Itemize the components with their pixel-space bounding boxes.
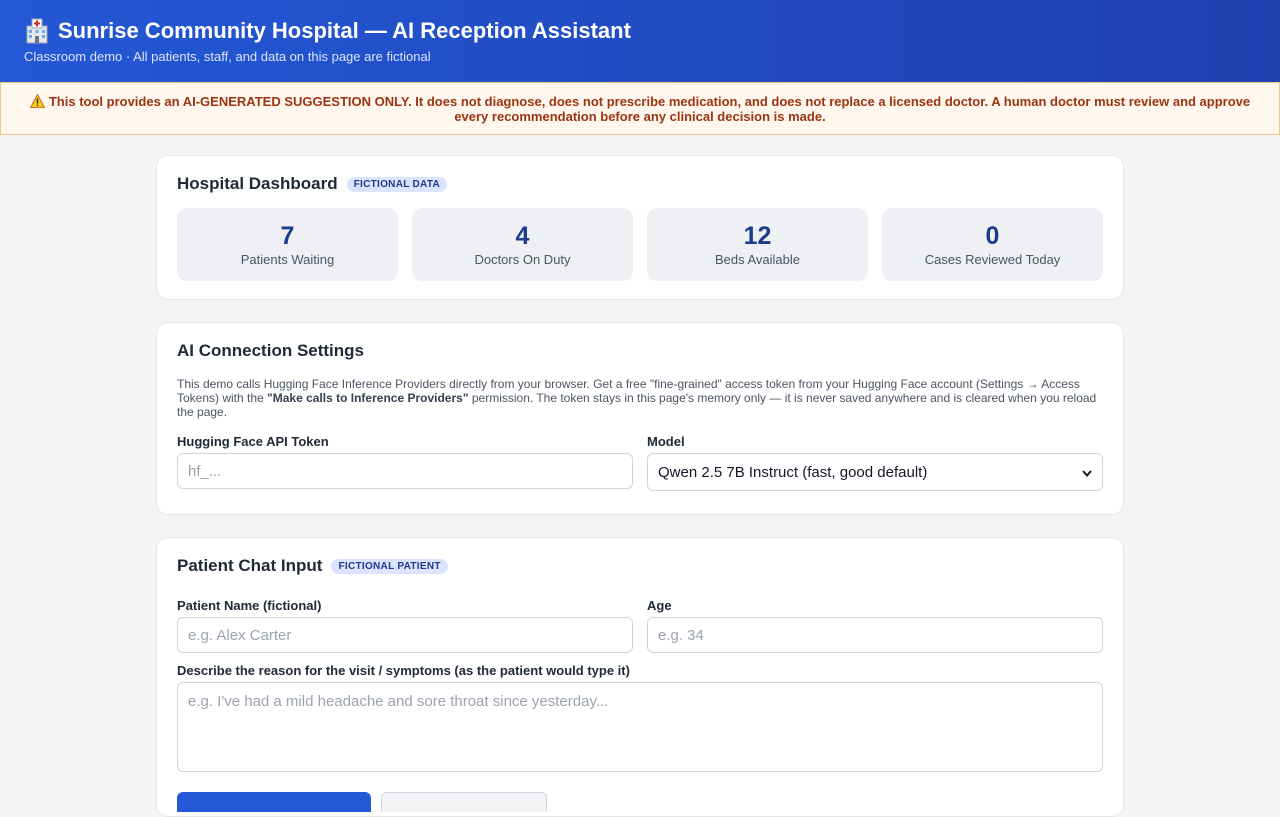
stat-beds-available: 12 Beds Available [647,208,868,281]
stat-label: Cases Reviewed Today [924,252,1061,267]
stat-value: 4 [515,222,530,250]
settings-desc-bold: "Make calls to Inference Providers" [267,391,469,405]
stat-label: Beds Available [714,252,801,267]
dashboard-card: Hospital Dashboard FICTIONAL DATA 7 Pati… [156,155,1124,300]
token-label: Hugging Face API Token [177,434,329,449]
symptoms-textarea[interactable] [177,682,1103,772]
age-input[interactable] [647,617,1103,653]
token-field-group: Hugging Face API Token [177,434,633,491]
patient-title-row: Patient Chat Input FICTIONAL PATIENT [177,556,1103,576]
stat-doctors-on-duty: 4 Doctors On Duty [412,208,633,281]
settings-title: AI Connection Settings [177,341,364,360]
app-subtitle: Classroom demo · All patients, staff, an… [24,49,431,64]
patient-title: Patient Chat Input [177,556,323,575]
model-select[interactable]: Qwen 2.5 7B Instruct (fast, good default… [647,453,1103,491]
stat-value: 0 [985,222,1000,250]
primary-action-button[interactable] [177,792,371,812]
name-field-group: Patient Name (fictional) [177,598,633,653]
patient-fields-row: Patient Name (fictional) Age [177,598,1103,653]
secondary-action-button[interactable] [381,792,547,812]
patient-name-label: Patient Name (fictional) [177,598,322,613]
stat-value: 12 [743,222,772,250]
chevron-down-icon [1082,464,1092,481]
patient-name-input[interactable] [177,617,633,653]
patient-input-card: Patient Chat Input FICTIONAL PATIENT Pat… [156,537,1124,817]
stat-value: 7 [280,222,295,250]
ai-settings-card: AI Connection Settings This demo calls H… [156,322,1124,515]
age-label: Age [647,598,672,613]
model-field-group: Model Qwen 2.5 7B Instruct (fast, good d… [647,434,1103,491]
age-field-group: Age [647,598,1103,653]
fictional-patient-badge: FICTIONAL PATIENT [331,558,448,574]
model-label: Model [647,434,685,449]
dashboard-title: Hospital Dashboard [177,174,338,193]
stat-label: Patients Waiting [240,252,335,267]
warning-icon [29,93,46,108]
app-title: Sunrise Community Hospital — AI Receptio… [58,18,631,43]
symptoms-label: Describe the reason for the visit / symp… [177,663,630,678]
app-title-row: Sunrise Community Hospital — AI Receptio… [24,16,1256,46]
model-selected-value: Qwen 2.5 7B Instruct (fast, good default… [658,463,928,481]
hospital-icon [24,18,50,44]
settings-fields-row: Hugging Face API Token Model Qwen 2.5 7B… [177,434,1103,491]
fictional-data-badge: FICTIONAL DATA [346,176,448,192]
stat-patients-waiting: 7 Patients Waiting [177,208,398,281]
settings-description: This demo calls Hugging Face Inference P… [177,377,1103,419]
disclaimer-banner: This tool provides an AI-GENERATED SUGGE… [0,82,1280,135]
stats-row: 7 Patients Waiting 4 Doctors On Duty 12 … [177,208,1103,281]
stat-label: Doctors On Duty [474,252,571,267]
dashboard-title-row: Hospital Dashboard FICTIONAL DATA [177,174,1103,194]
app-header: Sunrise Community Hospital — AI Receptio… [0,0,1280,82]
disclaimer-text: This tool provides an AI-GENERATED SUGGE… [48,94,1251,124]
api-token-input[interactable] [177,453,633,489]
stat-cases-reviewed: 0 Cases Reviewed Today [882,208,1103,281]
